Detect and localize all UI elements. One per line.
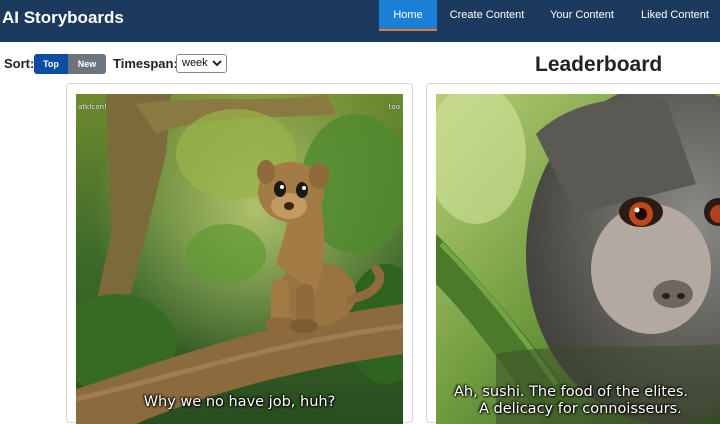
watermark-right: too <box>388 103 400 111</box>
nav-liked-content[interactable]: Liked Content <box>636 0 714 31</box>
story-image[interactable]: atkfcon! too Why we no have job, huh? <box>76 94 403 424</box>
story-caption-line1: Ah, sushi. The food of the elites. <box>454 384 689 400</box>
story-caption: Why we no have job, huh? <box>143 394 336 410</box>
watermark-left: atkfcon! <box>78 103 107 111</box>
sort-label: Sort: <box>4 56 35 71</box>
story-card[interactable]: atkfcon! too Why we no have job, huh? <box>66 83 413 424</box>
sort-top-button[interactable]: Top <box>34 54 68 74</box>
leaderboard-title: Leaderboard <box>535 53 663 76</box>
story-caption-line2: A delicacy for connoisseurs. <box>479 401 682 417</box>
story-card[interactable]: Ah, sushi. The food of the elites. A del… <box>426 83 720 424</box>
nav-your-content[interactable]: Your Content <box>545 0 619 31</box>
jungle-animal-illustration <box>76 94 403 424</box>
timespan-value: week <box>182 57 208 69</box>
sort-new-button[interactable]: New <box>68 54 106 74</box>
timespan-label: Timespan: <box>113 56 178 71</box>
top-navbar: AI Storyboards Home Create Content Your … <box>0 0 720 42</box>
app-title[interactable]: AI Storyboards <box>2 8 124 28</box>
nav-home[interactable]: Home <box>379 0 437 31</box>
story-image[interactable]: Ah, sushi. The food of the elites. A del… <box>436 94 720 424</box>
monkey-photo <box>436 94 720 424</box>
chevron-down-icon <box>212 60 222 67</box>
nav-create-content[interactable]: Create Content <box>446 0 528 31</box>
timespan-select[interactable]: week <box>176 54 227 73</box>
